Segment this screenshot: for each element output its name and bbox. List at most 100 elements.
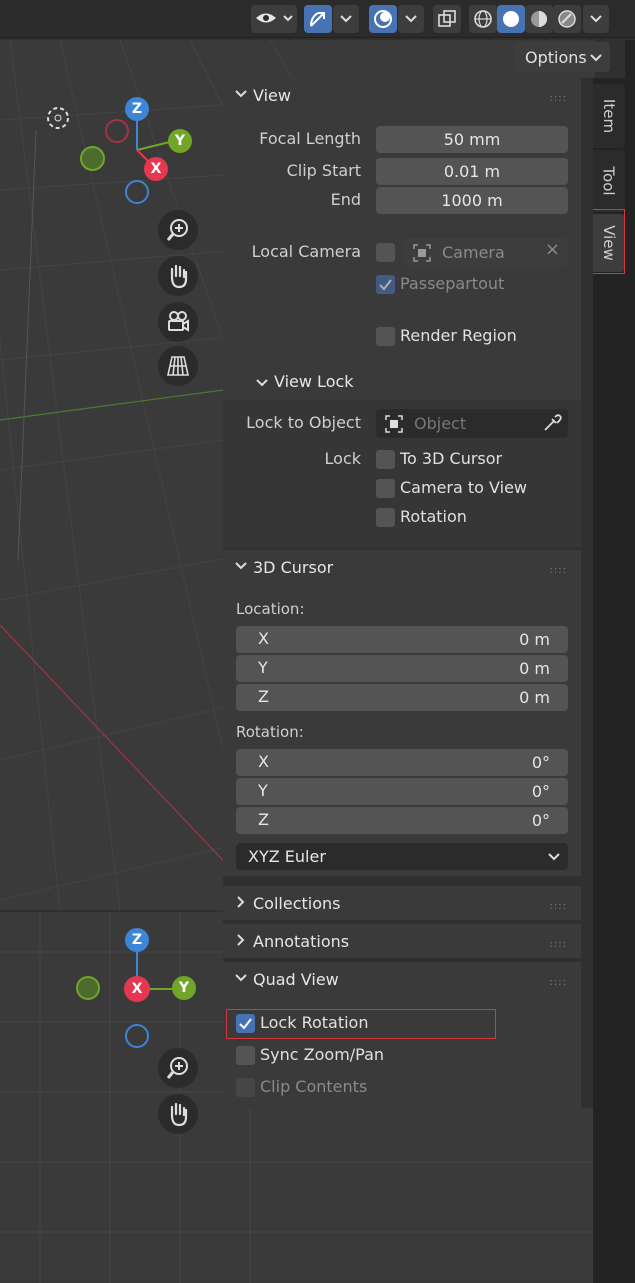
focal-length-field[interactable]: 50 mm <box>376 126 568 153</box>
overlays-dropdown[interactable] <box>398 5 424 33</box>
gizmo-bottom-z-axis[interactable]: Z <box>125 928 149 952</box>
zoom-icon <box>166 1057 188 1079</box>
visibility-dropdown[interactable] <box>251 5 297 33</box>
view-panel-title: View <box>253 85 291 105</box>
gizmo-neg-y-axis[interactable] <box>80 146 105 171</box>
cursor-rotation-y-value: 0° <box>531 782 550 801</box>
view-lock-header[interactable]: View Lock <box>223 366 581 400</box>
pan-button-bottom[interactable] <box>158 1094 198 1134</box>
cursor-location-x-value: 0 m <box>519 630 550 649</box>
clip-start-field[interactable]: 0.01 m <box>376 158 568 185</box>
cursor-location-x-field[interactable]: X 0 m <box>236 626 568 653</box>
collections-panel-title: Collections <box>253 893 341 913</box>
clip-start-label: Clip Start <box>286 161 361 180</box>
annotations-panel-header[interactable]: Annotations :::: <box>223 924 581 958</box>
focal-length-label: Focal Length <box>259 129 361 148</box>
gizmo-y-label: Y <box>174 133 186 149</box>
tab-tool[interactable]: Tool <box>593 150 625 212</box>
chevron-right-icon <box>237 896 245 908</box>
cursor-location-y-value: 0 m <box>519 659 550 678</box>
gizmo-bottom-y-axis[interactable]: Y <box>172 976 196 1000</box>
cursor-rotation-z-field[interactable]: Z 0° <box>236 807 568 834</box>
clip-end-value: 1000 m <box>441 191 503 210</box>
lock-to-3d-cursor-label: To 3D Cursor <box>400 449 503 468</box>
sync-zoom-pan-checkbox[interactable] <box>236 1046 255 1065</box>
gizmo-bottom-neg-z-axis[interactable] <box>125 1024 149 1048</box>
cursor-location-z-field[interactable]: Z 0 m <box>236 684 568 711</box>
gizmo-bottom-neg-y-axis[interactable] <box>76 976 100 1000</box>
cursor-rotation-z-value: 0° <box>531 811 550 830</box>
gizmo-y-axis[interactable]: Y <box>168 129 192 153</box>
clip-end-label: End <box>330 190 361 209</box>
cursor-rotation-y-field[interactable]: Y 0° <box>236 778 568 805</box>
lock-rotation-view-label: Rotation <box>400 507 467 526</box>
zoom-icon <box>166 219 188 241</box>
focal-length-value: 50 mm <box>443 130 501 149</box>
lock-to-3d-cursor-checkbox[interactable] <box>376 450 395 469</box>
eyedropper-icon[interactable] <box>542 413 562 433</box>
gizmo-dropdown[interactable] <box>333 5 359 33</box>
gizmo-neg-z-axis[interactable] <box>125 180 149 204</box>
lock-rotation-view-checkbox[interactable] <box>376 508 395 527</box>
camera-view-button[interactable] <box>158 302 198 342</box>
passepartout-label: Passepartout <box>400 274 505 293</box>
lock-object-field[interactable]: Object <box>376 409 568 438</box>
rotation-mode-dropdown[interactable]: XYZ Euler <box>236 843 568 870</box>
clip-end-field[interactable]: 1000 m <box>376 187 568 214</box>
shading-dropdown[interactable] <box>583 5 609 33</box>
cursor-panel-body: Location: X 0 m Y 0 m Z 0 m Rotation: X 0° Y… <box>223 584 581 876</box>
lock-rotation-highlight <box>226 1009 496 1039</box>
drag-grip-icon[interactable]: :::: <box>550 901 567 912</box>
local-camera-checkbox[interactable] <box>376 243 395 262</box>
perspective-toggle-button[interactable] <box>158 346 198 386</box>
clear-camera-icon[interactable]: × <box>545 239 560 260</box>
camera-object-icon <box>413 244 431 262</box>
camera-to-view-label: Camera to View <box>400 478 527 497</box>
shading-solid-button[interactable] <box>497 5 525 33</box>
local-camera-label: Local Camera <box>251 242 361 261</box>
view-panel-header[interactable]: View :::: <box>223 78 581 112</box>
quad-view-panel-header[interactable]: Quad View :::: <box>223 962 581 996</box>
options-dropdown[interactable]: Options <box>515 42 610 72</box>
chevron-down-icon <box>235 974 247 982</box>
passepartout-checkbox[interactable] <box>376 275 395 294</box>
gizmo-z-axis[interactable]: Z <box>125 97 149 121</box>
render-region-checkbox[interactable] <box>376 327 395 346</box>
overlays-toggle-button[interactable] <box>369 5 397 33</box>
grid-perspective-icon <box>167 356 189 376</box>
chevron-down-icon <box>405 15 417 23</box>
cursor-location-y-field[interactable]: Y 0 m <box>236 655 568 682</box>
axis-y-label: Y <box>258 658 268 677</box>
camera-object-field[interactable]: Camera × <box>404 238 568 267</box>
tab-item-label: Item <box>600 98 618 134</box>
zoom-button-bottom[interactable] <box>158 1048 198 1088</box>
clip-contents-checkbox[interactable] <box>236 1078 255 1097</box>
sync-zoom-pan-label: Sync Zoom/Pan <box>260 1045 385 1064</box>
view-lock-body: Lock to Object Object Lock To 3D Cursor … <box>223 400 581 547</box>
tab-item[interactable]: Item <box>593 84 625 148</box>
cursor-panel-header[interactable]: 3D Cursor :::: <box>223 550 581 584</box>
gizmo-bottom-x-axis[interactable]: X <box>124 976 150 1002</box>
drag-grip-icon[interactable]: :::: <box>550 939 567 950</box>
gizmo-neg-x-axis[interactable] <box>105 119 129 143</box>
quad-view-panel-title: Quad View <box>253 969 339 989</box>
shading-rendered-button[interactable] <box>553 5 581 33</box>
rendered-sphere-icon <box>558 10 576 28</box>
gizmo-x-axis[interactable]: X <box>144 157 168 181</box>
drag-grip-icon[interactable]: :::: <box>550 565 567 576</box>
shading-material-button[interactable] <box>525 5 553 33</box>
drag-grip-icon[interactable]: :::: <box>550 93 567 104</box>
camera-to-view-checkbox[interactable] <box>376 479 395 498</box>
cursor-rotation-x-field[interactable]: X 0° <box>236 749 568 776</box>
chevron-down-icon <box>590 54 602 62</box>
xray-toggle-button[interactable] <box>433 5 461 33</box>
shading-wireframe-button[interactable] <box>469 5 497 33</box>
clip-contents-label: Clip Contents <box>260 1077 368 1096</box>
pan-button[interactable] <box>158 256 198 296</box>
zoom-button[interactable] <box>158 210 198 250</box>
gizmo-z-label: Z <box>131 101 143 117</box>
drag-grip-icon[interactable]: :::: <box>550 977 567 988</box>
collections-panel-header[interactable]: Collections :::: <box>223 886 581 920</box>
axis-z-label: Z <box>258 810 269 829</box>
gizmo-toggle-button[interactable] <box>304 5 332 33</box>
